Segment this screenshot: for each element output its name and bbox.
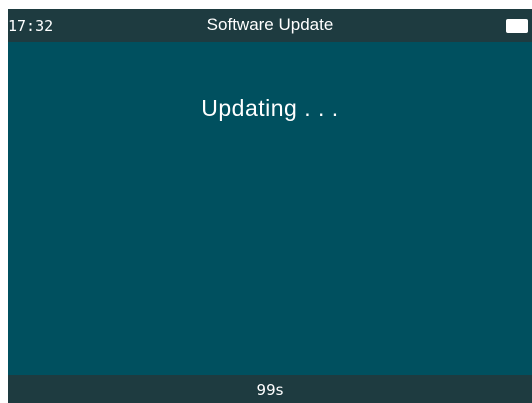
bottom-bar: 99s (8, 375, 532, 403)
update-status-message: Updating . . . (201, 95, 339, 121)
page-title: Software Update (206, 15, 334, 34)
countdown-timer: 99s (256, 381, 284, 399)
device-screen: 17:32 Software Update Updating . . . 99s (8, 9, 532, 403)
status-bar: 17:32 Software Update (8, 9, 532, 42)
battery-icon (506, 19, 528, 33)
